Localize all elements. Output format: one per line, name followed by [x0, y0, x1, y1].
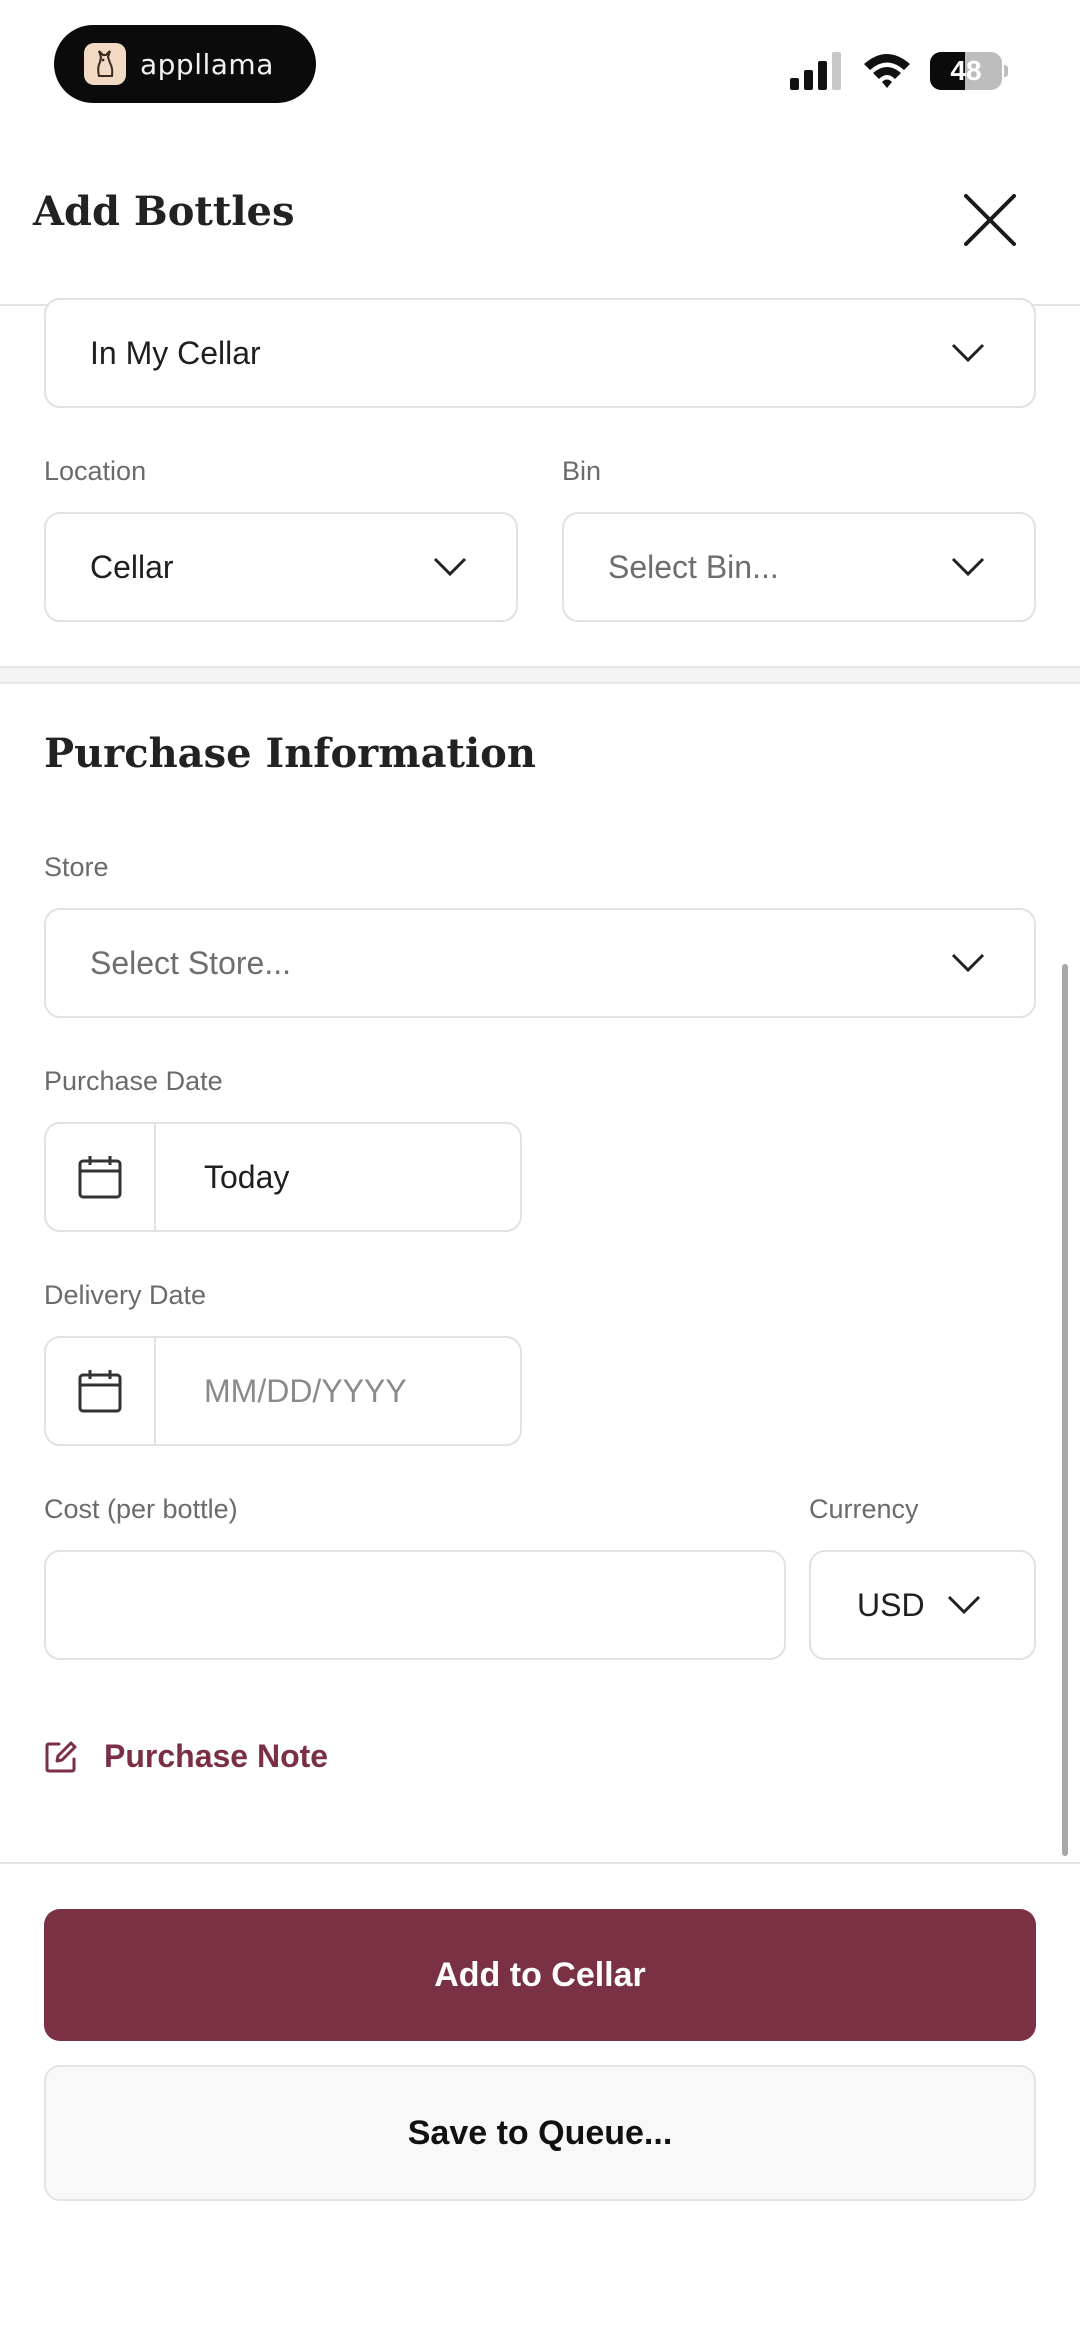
cellular-signal-icon	[790, 52, 841, 90]
chevron-down-icon	[951, 953, 985, 973]
llama-logo-icon	[84, 43, 126, 85]
calendar-button[interactable]	[46, 1338, 156, 1444]
location-select[interactable]: Cellar	[44, 512, 518, 622]
delivery-date-field[interactable]: MM/DD/YYYY	[44, 1336, 522, 1446]
bottle-status-value: In My Cellar	[90, 334, 261, 371]
purchase-date-field[interactable]: Today	[44, 1122, 522, 1232]
cost-label: Cost (per bottle)	[44, 1494, 238, 1524]
location-value: Cellar	[90, 548, 174, 585]
chevron-down-icon	[951, 343, 985, 363]
edit-note-icon	[45, 1741, 77, 1772]
location-label: Location	[44, 456, 147, 486]
currency-select[interactable]: USD	[809, 1550, 1036, 1660]
bin-label: Bin	[562, 456, 602, 486]
add-to-cellar-button[interactable]: Add to Cellar	[44, 1909, 1036, 2041]
cost-input[interactable]	[44, 1550, 786, 1660]
store-select[interactable]: Select Store...	[44, 908, 1036, 1018]
battery-indicator: 48	[930, 52, 1008, 90]
close-icon[interactable]	[960, 190, 1020, 250]
purchase-note-label: Purchase Note	[104, 1738, 329, 1774]
chevron-down-icon	[433, 557, 467, 577]
wifi-icon	[864, 54, 910, 88]
chevron-down-icon	[947, 1595, 981, 1615]
save-to-queue-button[interactable]: Save to Queue...	[44, 2065, 1036, 2201]
status-bar: appllama 48	[0, 0, 1080, 130]
bottle-status-select[interactable]: In My Cellar	[44, 298, 1036, 408]
page-title: Add Bottles	[33, 188, 295, 235]
currency-label: Currency	[809, 1494, 919, 1524]
scrollbar[interactable]	[1062, 964, 1068, 1856]
bin-select[interactable]: Select Bin...	[562, 512, 1036, 622]
calendar-icon	[78, 1370, 122, 1413]
chevron-down-icon	[951, 557, 985, 577]
app-pill: appllama	[54, 25, 316, 103]
modal-header: Add Bottles	[0, 130, 1080, 306]
calendar-icon	[78, 1156, 122, 1199]
bin-placeholder: Select Bin...	[608, 548, 779, 585]
battery-level: 48	[950, 55, 982, 86]
app-name: appllama	[140, 47, 274, 81]
store-label: Store	[44, 852, 109, 882]
currency-value: USD	[857, 1586, 925, 1623]
purchase-section-title: Purchase Information	[44, 730, 536, 777]
store-placeholder: Select Store...	[90, 944, 291, 981]
purchase-date-label: Purchase Date	[44, 1066, 223, 1096]
purchase-date-value: Today	[204, 1159, 290, 1195]
delivery-date-label: Delivery Date	[44, 1280, 207, 1310]
calendar-button[interactable]	[46, 1124, 156, 1230]
section-divider	[0, 666, 1080, 684]
delivery-date-placeholder: MM/DD/YYYY	[204, 1373, 407, 1409]
purchase-note-link[interactable]: Purchase Note	[44, 1738, 328, 1775]
